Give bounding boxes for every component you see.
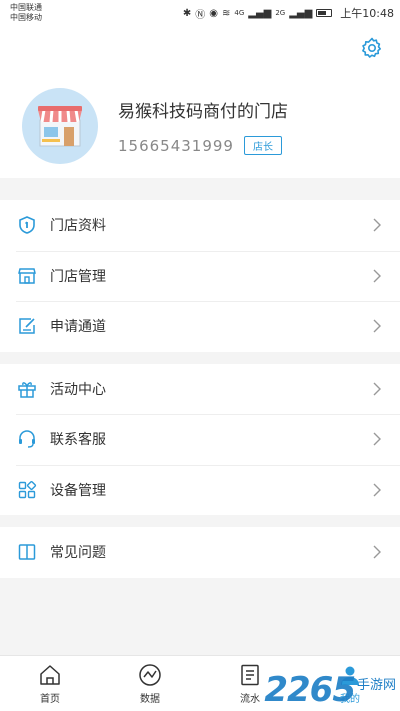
phone-row: 15665431999 店长 <box>118 136 288 155</box>
chevron-right-icon <box>373 382 381 396</box>
shield-icon <box>16 214 38 236</box>
menu-group-help: 常见问题 <box>0 527 400 578</box>
edit-icon <box>16 315 38 337</box>
menu-item-store-info[interactable]: 门店资料 <box>0 200 400 251</box>
tab-label: 首页 <box>40 693 60 705</box>
tab-label: 流水 <box>240 693 260 705</box>
store-summary[interactable]: 易猴科技码商付的门店 15665431999 店长 <box>22 88 288 164</box>
apps-icon <box>16 479 38 501</box>
tab-data[interactable]: 数据 <box>100 656 200 711</box>
signal-icon: ▂▄▆ <box>248 7 272 19</box>
battery-icon <box>316 9 333 17</box>
store-name: 易猴科技码商付的门店 <box>118 102 288 122</box>
chevron-right-icon <box>373 483 381 497</box>
profile-header: 易猴科技码商付的门店 15665431999 店长 <box>0 26 400 178</box>
book-icon <box>16 541 38 563</box>
gift-icon <box>16 378 38 400</box>
menu-item-apply-channel[interactable]: 申请通道 <box>0 301 400 352</box>
menu-label: 活动中心 <box>50 381 106 398</box>
signal-icon-2: ▂▄▆ <box>289 7 313 19</box>
eye-icon: ◉ <box>209 7 218 19</box>
menu-label: 常见问题 <box>50 545 106 562</box>
role-badge: 店长 <box>243 136 282 155</box>
carrier-1: 中国联通 <box>10 3 42 12</box>
menu-label: 门店管理 <box>50 268 106 285</box>
storefront-icon <box>38 106 82 147</box>
network-2g-label: 2G <box>275 9 286 17</box>
nfc-icon: Ⓝ <box>195 9 206 21</box>
menu-item-activity-center[interactable]: 活动中心 <box>0 364 400 415</box>
tab-label: 我的 <box>340 693 360 705</box>
user-icon <box>341 666 359 685</box>
chevron-right-icon <box>373 545 381 559</box>
status-icons: ✱ Ⓝ ◉ ≋ 4G ▂▄▆ 2G ▂▄▆ 上午10:48 <box>183 5 394 21</box>
chevron-right-icon <box>373 269 381 283</box>
tab-mine[interactable]: 我的 <box>300 656 400 711</box>
menu-label: 联系客服 <box>50 432 106 449</box>
store-avatar <box>22 88 98 164</box>
chart-icon <box>139 663 161 686</box>
bottom-tab-bar: 首页 数据 流水 我的 <box>0 655 400 711</box>
menu-group-store: 门店资料 门店管理 申请通道 <box>0 200 400 352</box>
carrier-2: 中国移动 <box>10 13 42 22</box>
carrier-info: 中国联通 中国移动 <box>10 3 42 23</box>
status-bar: 中国联通 中国移动 ✱ Ⓝ ◉ ≋ 4G ▂▄▆ 2G ▂▄▆ 上午10:48 <box>0 0 400 26</box>
wifi-icon: ≋ <box>221 7 231 19</box>
headset-icon <box>16 428 38 450</box>
store-info: 易猴科技码商付的门店 15665431999 店长 <box>118 97 288 155</box>
menu-label: 设备管理 <box>50 482 106 499</box>
store-phone: 15665431999 <box>118 136 234 155</box>
list-icon <box>241 664 259 685</box>
menu-label: 申请通道 <box>50 319 106 336</box>
menu-item-store-management[interactable]: 门店管理 <box>0 250 400 302</box>
store-icon <box>16 265 38 287</box>
network-4g-label: 4G <box>234 9 245 17</box>
menu-item-device-management[interactable]: 设备管理 <box>0 464 400 516</box>
tab-home[interactable]: 首页 <box>0 656 100 711</box>
menu-label: 门店资料 <box>50 218 106 235</box>
chevron-right-icon <box>373 319 381 333</box>
menu-group-service: 活动中心 联系客服 设备管理 <box>0 363 400 516</box>
chevron-right-icon <box>373 432 381 446</box>
menu-item-customer-service[interactable]: 联系客服 <box>0 414 400 465</box>
clock: 上午10:48 <box>340 7 394 20</box>
home-icon <box>40 664 60 685</box>
tab-transactions[interactable]: 流水 <box>200 656 300 711</box>
menu-item-faq[interactable]: 常见问题 <box>0 527 400 578</box>
chevron-right-icon <box>373 218 381 232</box>
tab-label: 数据 <box>140 693 160 705</box>
settings-gear-icon[interactable] <box>360 36 384 60</box>
bluetooth-icon: ✱ <box>182 7 192 19</box>
